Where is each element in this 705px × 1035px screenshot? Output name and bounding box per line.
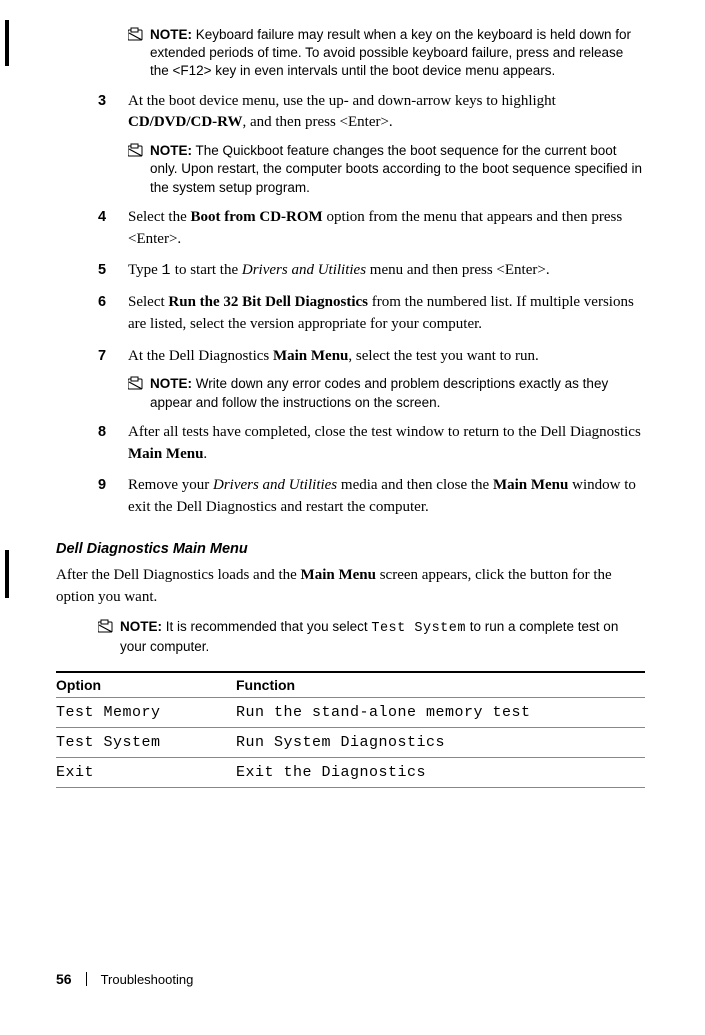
step-italic: Drivers and Utilities (242, 262, 366, 278)
page-number: 56 (56, 971, 72, 987)
note-code: Test System (371, 621, 466, 636)
body-paragraph: After the Dell Diagnostics loads and the… (56, 565, 645, 609)
note-label: NOTE: (150, 27, 192, 42)
note-errorcodes: NOTE: Write down any error codes and pro… (128, 375, 645, 411)
note-test-system: NOTE: It is recommended that you select … (98, 618, 645, 656)
step-text: At the boot device menu, use the up- and… (128, 93, 556, 109)
step-8: 8 After all tests have completed, close … (98, 422, 645, 466)
step-text: Type (128, 262, 162, 278)
note-quickboot: NOTE: The Quickboot feature changes the … (128, 142, 645, 197)
step-text: media and then close the (337, 477, 493, 493)
note-icon (128, 27, 144, 46)
footer-section: Troubleshooting (101, 972, 194, 987)
note-text: Write down any error codes and problem d… (150, 376, 608, 409)
step-number: 3 (98, 91, 128, 112)
step-text: Select the (128, 209, 190, 225)
cell-option: Exit (56, 757, 236, 787)
step-text: menu and then press <Enter>. (366, 262, 550, 278)
step-code: 1 (162, 262, 172, 279)
note-label: NOTE: (150, 143, 192, 158)
table-row: Test System Run System Diagnostics (56, 727, 645, 757)
note-text: Keyboard failure may result when a key o… (150, 27, 631, 78)
step-bold: Main Menu (128, 446, 203, 462)
change-bar (5, 20, 9, 66)
para-bold: Main Menu (301, 567, 376, 583)
step-text: Select (128, 294, 168, 310)
step-bold: CD/DVD/CD-RW (128, 114, 242, 130)
step-text: After all tests have completed, close th… (128, 424, 641, 440)
step-number: 7 (98, 346, 128, 367)
step-number: 8 (98, 422, 128, 443)
table-row: Test Memory Run the stand-alone memory t… (56, 697, 645, 727)
note-label: NOTE: (120, 619, 162, 634)
step-text: At the Dell Diagnostics (128, 348, 273, 364)
note-keyboard: NOTE: Keyboard failure may result when a… (128, 26, 645, 81)
note-icon (128, 143, 144, 162)
cell-option: Test System (56, 727, 236, 757)
cell-function: Exit the Diagnostics (236, 757, 645, 787)
step-bold: Main Menu (493, 477, 568, 493)
cell-function: Run the stand-alone memory test (236, 697, 645, 727)
step-9: 9 Remove your Drivers and Utilities medi… (98, 475, 645, 519)
cell-option: Test Memory (56, 697, 236, 727)
step-text: Remove your (128, 477, 213, 493)
step-6: 6 Select Run the 32 Bit Dell Diagnostics… (98, 292, 645, 336)
subheading-main-menu: Dell Diagnostics Main Menu (56, 541, 645, 557)
change-bar (5, 550, 9, 598)
step-bold: Boot from CD-ROM (190, 209, 322, 225)
table-header-function: Function (236, 672, 645, 698)
step-number: 9 (98, 475, 128, 496)
note-icon (128, 376, 144, 395)
step-text: , select the test you want to run. (348, 348, 538, 364)
para-text: After the Dell Diagnostics loads and the (56, 567, 301, 583)
cell-function: Run System Diagnostics (236, 727, 645, 757)
note-label: NOTE: (150, 376, 192, 391)
step-text: , and then press <Enter>. (242, 114, 392, 130)
step-5: 5 Type 1 to start the Drivers and Utilit… (98, 260, 645, 282)
step-text: to start the (171, 262, 242, 278)
table-header-option: Option (56, 672, 236, 698)
table-row: Exit Exit the Diagnostics (56, 757, 645, 787)
step-3: 3 At the boot device menu, use the up- a… (98, 91, 645, 135)
step-7: 7 At the Dell Diagnostics Main Menu, sel… (98, 346, 645, 368)
step-italic: Drivers and Utilities (213, 477, 337, 493)
note-icon (98, 619, 114, 638)
page-footer: 56 Troubleshooting (56, 971, 193, 987)
options-table: Option Function Test Memory Run the stan… (56, 671, 645, 788)
step-text: . (203, 446, 207, 462)
step-number: 6 (98, 292, 128, 313)
note-text: It is recommended that you select (162, 619, 371, 634)
step-bold: Run the 32 Bit Dell Diagnostics (168, 294, 368, 310)
note-text: The Quickboot feature changes the boot s… (150, 143, 642, 194)
step-bold: Main Menu (273, 348, 348, 364)
step-4: 4 Select the Boot from CD-ROM option fro… (98, 207, 645, 251)
step-number: 5 (98, 260, 128, 281)
step-number: 4 (98, 207, 128, 228)
footer-divider (86, 972, 87, 986)
